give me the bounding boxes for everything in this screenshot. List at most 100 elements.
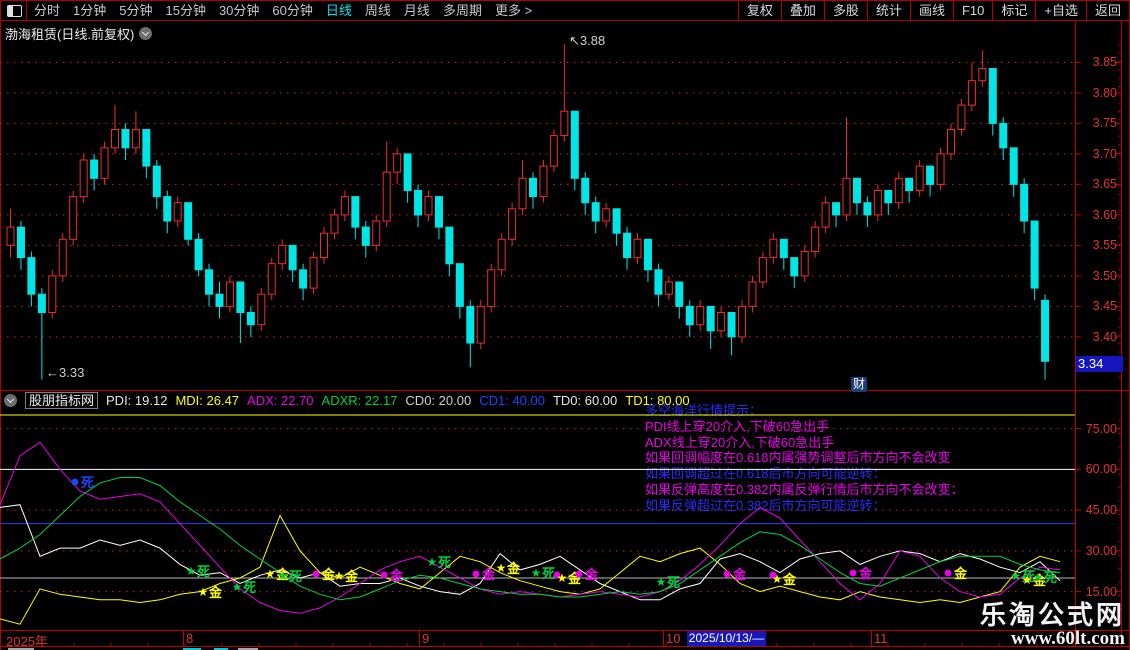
cross-marker: ★ [1022, 573, 1033, 587]
hint-line-3: 如果回调幅度在0.618内属强势调整后市方向不会改变 [645, 450, 964, 466]
cross-marker: ★ [531, 566, 542, 580]
indicator-hints: 多空海洋行情提示：PDI线上穿20介入,下破60急出手ADX线上穿20介入,下破… [645, 403, 964, 514]
text-overlay: 渤海租赁(日线.前复权) 股朋指标网 PDI: 19.12 MDI: 26.47 A… [0, 0, 1130, 650]
toolbar-button-6[interactable]: 标记 [992, 1, 1035, 20]
indicator-name[interactable]: 股朋指标网 [25, 392, 98, 409]
toolbar-divider [26, 1, 27, 20]
chevron-down-icon[interactable] [139, 27, 152, 40]
price-axis-label: 3.45 [1075, 299, 1117, 313]
cross-marker-label: 金 [208, 585, 223, 600]
toolbar-button-7[interactable]: +自选 [1035, 1, 1086, 20]
series-MDI [0, 516, 1060, 625]
price-axis-label: 3.60 [1075, 208, 1117, 222]
price-axis-label: 3.40 [1075, 330, 1117, 344]
candlestick-plot [7, 44, 1049, 380]
price-axis-label: 3.80 [1075, 86, 1117, 100]
period-tab-0[interactable]: 分时 [34, 1, 60, 20]
period-tab-1[interactable]: 1分钟 [73, 1, 106, 20]
indicator-chevron-down-icon[interactable] [4, 394, 17, 407]
period-tab-10[interactable]: 更多 > [495, 1, 532, 20]
cross-marker-label: 死 [1044, 570, 1057, 585]
period-tab-2[interactable]: 5分钟 [119, 1, 152, 20]
hint-line-0: 多空海洋行情提示： [645, 403, 964, 419]
toolbar-button-8[interactable]: 返回 [1086, 1, 1129, 20]
indicator-axis-label: 45.00 [1077, 503, 1117, 517]
toolbar-actions: 复权叠加多股统计画线F10标记+自选返回 [738, 1, 1129, 20]
price-axis-label: 3.85 [1075, 55, 1117, 69]
cross-marker-label: 金 [953, 566, 968, 581]
indicator-header: 股朋指标网 PDI: 19.12 MDI: 26.47 ADX: 22.70 ADXR… [4, 392, 690, 409]
financial-report-marker[interactable]: 财 [851, 377, 867, 392]
toolbar-button-3[interactable]: 统计 [867, 1, 910, 20]
cross-marker-label: 金 [782, 572, 797, 587]
cross-marker: ★ [186, 564, 197, 578]
main-grid [0, 45, 1121, 377]
indicator-field-CD1: CD1: 40.00 [479, 393, 545, 408]
app-window: 分时 1分钟 5分钟 15分钟 30分钟 60分钟日线周线月线多周期更多 > 复权叠加多股… [0, 0, 1130, 650]
period-tab-5[interactable]: 60分钟 [272, 1, 312, 20]
cross-marker: ★ [427, 555, 438, 569]
cross-marker-label: 金 [584, 567, 599, 582]
cross-marker-label: 金 [506, 561, 521, 576]
indicator-field-TD0: TD0: 60.00 [553, 393, 617, 408]
cross-marker-label: 死 [542, 566, 555, 581]
cross-marker: ★ [496, 561, 507, 575]
last-price-badge: 3.34 [1076, 356, 1123, 372]
cross-marker: ★ [557, 571, 568, 585]
extreme-price-annotation: ↖3.88 [569, 33, 605, 49]
extreme-price-annotation: ←3.33 [46, 365, 84, 380]
toolbar-button-2[interactable]: 多股 [824, 1, 867, 20]
cross-marker: ★ [334, 569, 345, 583]
cross-marker: ★ [232, 580, 243, 594]
watermark-site-url: www.60lt.com [980, 629, 1125, 649]
cross-marker-label: 死 [289, 569, 302, 584]
layout-toggle-icon[interactable] [7, 5, 22, 17]
top-toolbar: 分时 1分钟 5分钟 15分钟 30分钟 60分钟日线周线月线多周期更多 > 复权叠加多股… [0, 0, 1130, 21]
date-axis-label: 10 [666, 631, 680, 646]
period-tab-3[interactable]: 15分钟 [165, 1, 205, 20]
cross-marker: ★ [772, 572, 783, 586]
cross-marker-label: 金 [732, 567, 747, 582]
cross-marker-label: 金 [481, 567, 496, 582]
selected-date-badge: 2025/10/13/— [687, 631, 766, 646]
indicator-axis-label: 60.00 [1077, 462, 1117, 476]
toolbar-button-5[interactable]: F10 [953, 1, 992, 20]
cross-marker-label: 金 [344, 569, 359, 584]
period-tab-4[interactable]: 30分钟 [219, 1, 259, 20]
indicator-field-PDI: PDI: 19.12 [106, 393, 167, 408]
toolbar-button-4[interactable]: 画线 [910, 1, 953, 20]
cross-marker-label: 死 [1022, 569, 1035, 584]
toolbar-button-0[interactable]: 复权 [738, 1, 781, 20]
chart-canvas: 死★死★金★死★金★死金★金金★死金★金★死★金金★死金★金金金★死★金★死 [0, 0, 1130, 650]
date-axis-label: 8 [186, 631, 193, 646]
watermark-site-name: 乐淘公式网 [980, 603, 1125, 629]
hint-line-1: PDI线上穿20介入,下破60急出手 [645, 419, 964, 435]
hint-line-4: 如果回调超过在0.618后市方向可能逆转： [645, 466, 964, 482]
price-axis-label: 3.75 [1075, 116, 1117, 130]
cross-marker: ★ [265, 567, 276, 581]
hint-line-5: 如果反弹高度在0.382内属反弹行情后市方向不会改变： [645, 482, 964, 498]
period-tab-9[interactable]: 多周期 [443, 1, 482, 20]
series-PDI [0, 505, 1060, 600]
cross-marker: ★ [1011, 569, 1022, 583]
price-axis-label: 3.65 [1075, 177, 1117, 191]
toolbar-button-1[interactable]: 叠加 [781, 1, 824, 20]
chart-title-row: 渤海租赁(日线.前复权) [5, 24, 152, 43]
indicator-field-CD0: CD0: 20.00 [405, 393, 471, 408]
period-tabs: 分时 1分钟 5分钟 15分钟 30分钟 60分钟日线周线月线多周期更多 > [34, 1, 532, 20]
watermark: 乐淘公式网 www.60lt.com [980, 603, 1125, 649]
indicator-field-ADXR: ADXR: 22.17 [322, 393, 398, 408]
indicator-field-ADX: ADX: 22.70 [247, 393, 314, 408]
period-tab-7[interactable]: 周线 [365, 1, 391, 20]
period-tab-8[interactable]: 月线 [404, 1, 430, 20]
cross-marker-label: 金 [321, 567, 336, 582]
cross-marker-label: 金 [1032, 573, 1047, 588]
price-axis-label: 3.70 [1075, 147, 1117, 161]
period-tab-6[interactable]: 日线 [326, 1, 352, 20]
hint-line-2: ADX线上穿20介入,下破60急出手 [645, 435, 964, 451]
indicator-axis-label: 15.00 [1077, 585, 1117, 599]
date-axis-label: 9 [422, 631, 429, 646]
cross-marker-label: 金 [567, 571, 582, 586]
cross-marker-label: 死 [667, 575, 680, 590]
indicator-field-MDI: MDI: 26.47 [175, 393, 239, 408]
